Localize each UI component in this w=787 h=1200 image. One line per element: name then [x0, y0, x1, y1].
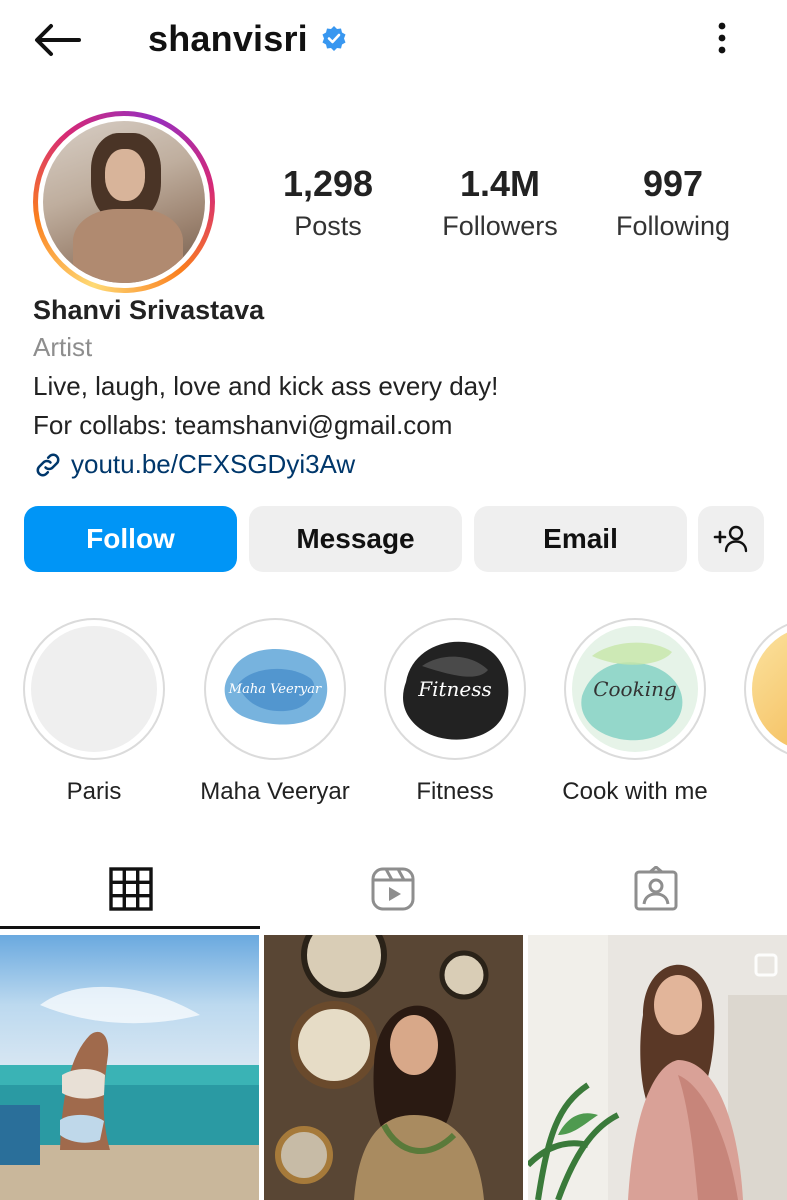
highlight-paris[interactable]: Paris: [4, 618, 184, 806]
category-label: Artist: [33, 332, 93, 362]
highlight-fitness[interactable]: Fitness Fitness: [365, 618, 545, 806]
story-ring[interactable]: [33, 111, 215, 293]
username: shanvisri: [148, 18, 308, 59]
suggested-accounts-button[interactable]: [698, 506, 764, 572]
post-thumbnail[interactable]: [0, 935, 259, 1200]
message-button[interactable]: Message: [249, 506, 462, 572]
tagged-icon: [634, 866, 678, 911]
link-icon: [36, 453, 60, 476]
highlight-label: Paris: [66, 778, 122, 805]
grid-icon: [109, 867, 153, 911]
bio-section: Shanvi Srivastava Artist Live, laugh, lo…: [33, 292, 773, 484]
add-user-icon: [713, 525, 748, 553]
highlight-label: Maha Veeryar: [200, 778, 350, 805]
profile-link-text: youtu.be/CFXSGDyi3Aw: [71, 449, 356, 479]
more-vertical-icon: [718, 22, 726, 54]
posts-count: 1,298: [282, 163, 374, 204]
posts-grid: [0, 935, 787, 1200]
followers-count: 1.4M: [459, 163, 541, 204]
stat-followers[interactable]: 1.4M Followers: [420, 163, 580, 243]
highlight-cover: Cooking: [572, 626, 698, 752]
highlight-label: Cook with me: [562, 778, 708, 805]
top-bar: shanvisri: [0, 0, 787, 80]
verified-badge-icon: [322, 26, 346, 51]
stat-following[interactable]: 997 Following: [593, 163, 753, 243]
active-tab-indicator: [0, 926, 260, 929]
tab-reels[interactable]: [262, 846, 524, 932]
highlight-cook-with-me[interactable]: Cooking Cook with me: [545, 618, 725, 806]
email-button[interactable]: Email: [474, 506, 687, 572]
full-name: Shanvi Srivastava: [33, 295, 265, 325]
highlight-cover-text: Fitness: [418, 677, 492, 701]
stat-posts[interactable]: 1,298 Posts: [248, 163, 408, 243]
highlight-partial[interactable]: F: [725, 618, 787, 806]
highlight-cover: Fitness: [392, 626, 518, 752]
following-count: 997: [642, 163, 704, 204]
following-label: Following: [615, 211, 731, 241]
profile-link[interactable]: youtu.be/CFXSGDyi3Aw: [33, 445, 773, 484]
bio-line: For collabs: teamshanvi@gmail.com: [33, 410, 453, 440]
post-thumbnail[interactable]: [528, 935, 787, 1200]
posts-label: Posts: [294, 211, 362, 241]
reels-icon: [371, 867, 415, 911]
highlight-label: F: [725, 778, 787, 806]
username-header: shanvisri: [148, 14, 348, 64]
avatar: [43, 121, 205, 283]
highlight-cover: [752, 626, 787, 752]
highlight-label: Fitness: [416, 778, 494, 805]
arrow-left-icon: [35, 24, 81, 56]
highlight-cover-text: Cooking: [593, 677, 677, 701]
bio-line: Live, laugh, love and kick ass every day…: [33, 371, 499, 401]
highlight-cover: [31, 626, 157, 752]
highlight-cover: Maha Veeryar: [212, 626, 338, 752]
post-thumbnail[interactable]: [264, 935, 523, 1200]
highlight-maha-veeryar[interactable]: Maha Veeryar Maha Veeryar: [185, 618, 365, 806]
tab-tagged[interactable]: [525, 846, 787, 932]
highlight-cover-text: Maha Veeryar: [228, 681, 322, 697]
profile-tabs: [0, 846, 787, 932]
follow-button[interactable]: Follow: [24, 506, 237, 572]
followers-label: Followers: [442, 211, 558, 241]
tab-posts-grid[interactable]: [0, 846, 262, 932]
back-button[interactable]: [30, 18, 84, 62]
more-options-button[interactable]: [702, 16, 742, 60]
story-highlights: Paris Maha Veeryar Maha Veeryar Fitness: [0, 618, 787, 808]
